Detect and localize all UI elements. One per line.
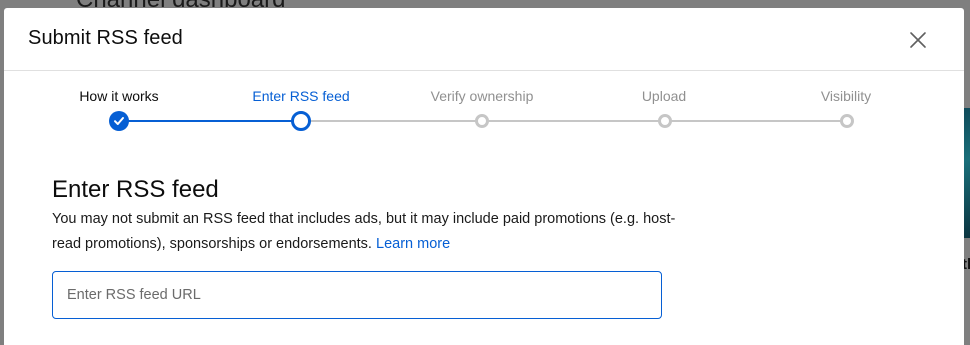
step-dot-enter-rss-feed[interactable] xyxy=(291,111,311,131)
description-text: You may not submit an RSS feed that incl… xyxy=(52,207,692,257)
step-dot-verify-ownership xyxy=(475,114,489,128)
dialog-header: Submit RSS feed xyxy=(4,8,964,71)
close-button[interactable] xyxy=(906,28,930,52)
check-icon xyxy=(114,117,124,125)
progress-stepper: How it works Enter RSS feed Verify owner… xyxy=(4,71,964,141)
step-dot-visibility xyxy=(840,114,854,128)
step-dot-upload xyxy=(658,114,672,128)
close-icon xyxy=(910,32,926,48)
section-heading: Enter RSS feed xyxy=(52,176,219,203)
description-body: You may not submit an RSS feed that incl… xyxy=(52,211,676,252)
background-thumbnail xyxy=(964,108,970,238)
dialog-title: Submit RSS feed xyxy=(28,27,183,49)
submit-rss-dialog: Submit RSS feed How it works Enter RSS f… xyxy=(4,8,964,345)
step-label-upload: Upload xyxy=(641,88,687,104)
step-label-how-it-works[interactable]: How it works xyxy=(79,88,158,104)
step-dot-how-it-works[interactable] xyxy=(109,111,129,131)
step-label-enter-rss-feed[interactable]: Enter RSS feed xyxy=(252,88,349,104)
step-connector-1 xyxy=(119,120,301,122)
step-connector-rest xyxy=(301,120,847,122)
step-label-visibility: Visibility xyxy=(820,88,872,104)
learn-more-link[interactable]: Learn more xyxy=(376,236,450,252)
rss-feed-url-input[interactable] xyxy=(52,271,662,319)
step-label-verify-ownership: Verify ownership xyxy=(430,88,534,104)
